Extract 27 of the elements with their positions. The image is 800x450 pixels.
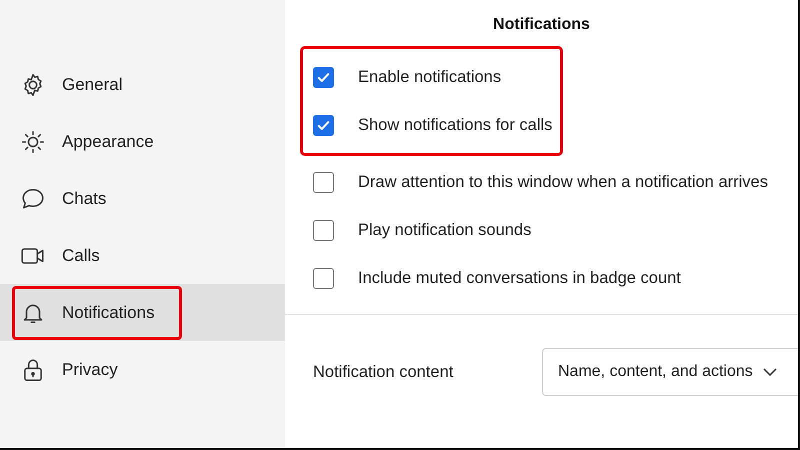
item-label: Calls [62, 246, 100, 266]
item-label: Privacy [62, 360, 118, 380]
sidebar-item[interactable]: Chats [0, 170, 285, 227]
sidebar-item[interactable]: Calls [0, 227, 285, 284]
sidebar-item[interactable]: Notifications [0, 284, 285, 341]
item-label: Notifications [62, 302, 155, 322]
checkbox[interactable] [313, 114, 334, 136]
chevron-down-icon [762, 368, 777, 376]
option-label: Enable notifications [358, 67, 502, 88]
checkbox[interactable] [313, 66, 334, 88]
item-label: Chats [62, 188, 106, 208]
sidebar-item[interactable]: Appearance [0, 113, 285, 170]
checkbox[interactable] [313, 220, 334, 240]
item-label: Appearance [62, 132, 154, 152]
option-label: Show notifications for calls [358, 115, 552, 136]
item-label: General [62, 74, 122, 94]
option-label: Draw attention to this window when a notification arrives [358, 172, 768, 193]
sun-icon [20, 128, 46, 154]
dropdown[interactable]: Name, content, and actions [542, 348, 798, 396]
sidebar-item[interactable]: General [0, 56, 285, 113]
option-label: Include muted conversations in badge count [358, 268, 681, 289]
checkbox[interactable] [313, 172, 334, 192]
option-label: Play notification sounds [358, 220, 532, 241]
checkbox[interactable] [313, 268, 334, 288]
setting-label: Notification content [313, 362, 454, 382]
section-title: Notifications [492, 16, 591, 34]
sidebar-item[interactable]: Privacy [0, 341, 285, 398]
